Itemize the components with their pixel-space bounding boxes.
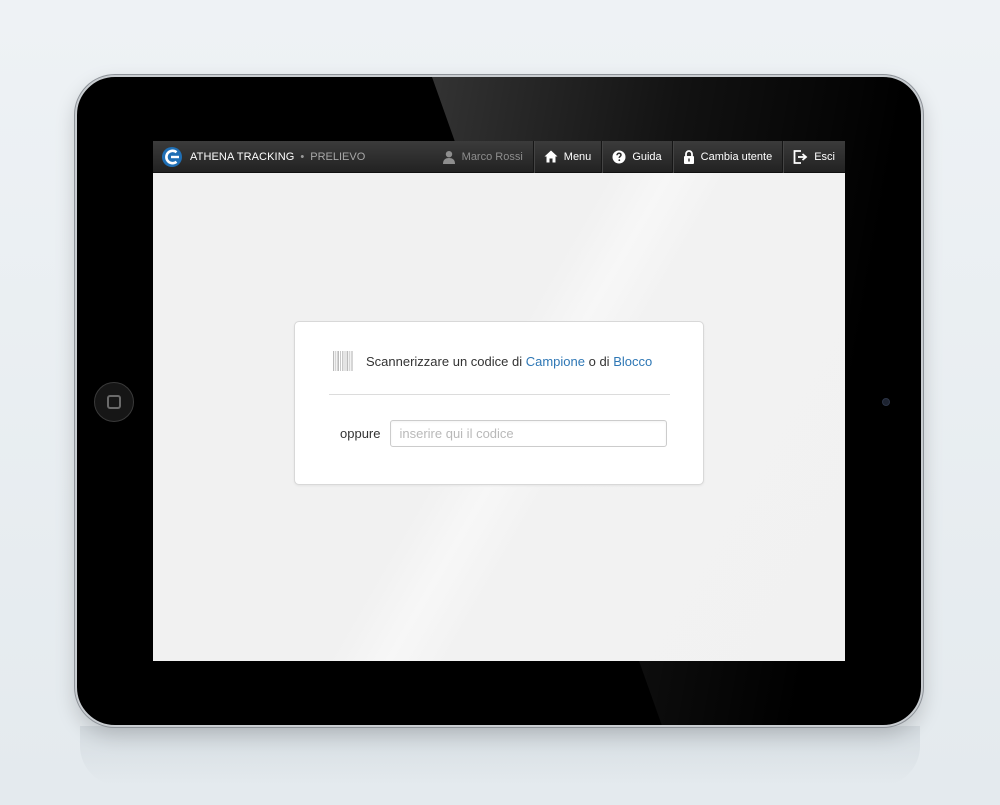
switch-user-label: Cambia utente — [700, 150, 773, 163]
lock-icon — [683, 149, 694, 164]
exit-label: Esci — [814, 150, 835, 163]
front-camera — [882, 398, 890, 406]
block-link[interactable]: Blocco — [613, 354, 652, 369]
sign-out-icon — [793, 149, 808, 164]
switch-user-button[interactable]: Cambia utente — [671, 141, 783, 173]
device-reflection — [80, 726, 920, 786]
scan-instructions: Scannerizzare un codice di Campione o di… — [332, 350, 652, 372]
code-input[interactable] — [390, 420, 668, 447]
brand-separator: • — [300, 150, 305, 163]
scan-panel: Scannerizzare un codice di Campione o di… — [294, 321, 704, 485]
or-label: oppure — [340, 426, 381, 441]
exit-button[interactable]: Esci — [782, 141, 845, 173]
brand: ATHENA TRACKING • PRELIEVO — [153, 141, 365, 173]
athena-logo-icon — [162, 146, 182, 167]
help-button[interactable]: Guida — [601, 141, 671, 173]
home-button[interactable] — [94, 382, 134, 422]
nav-menu: Marco Rossi Menu Guida Cambia utente Esc… — [432, 141, 845, 173]
divider — [329, 394, 670, 395]
top-navigation-bar: ATHENA TRACKING • PRELIEVO Marco Rossi M… — [153, 141, 845, 173]
scan-prompt: Scannerizzare un codice di — [366, 353, 523, 369]
scan-connector: o di — [588, 353, 610, 369]
question-circle-icon — [612, 150, 626, 163]
current-user: Marco Rossi — [432, 141, 533, 173]
app-name: ATHENA TRACKING — [190, 150, 295, 163]
help-label: Guida — [632, 150, 662, 163]
tablet-frame: ATHENA TRACKING • PRELIEVO Marco Rossi M… — [75, 75, 923, 727]
menu-button[interactable]: Menu — [532, 141, 602, 173]
sample-link[interactable]: Campione — [526, 354, 585, 369]
home-icon — [544, 150, 558, 163]
menu-label: Menu — [563, 150, 592, 163]
manual-entry-row: oppure — [340, 420, 668, 447]
user-name: Marco Rossi — [461, 150, 523, 163]
app-screen: ATHENA TRACKING • PRELIEVO Marco Rossi M… — [153, 141, 845, 661]
barcode-icon — [333, 351, 353, 371]
user-icon — [442, 150, 455, 164]
section-name: PRELIEVO — [310, 150, 366, 163]
